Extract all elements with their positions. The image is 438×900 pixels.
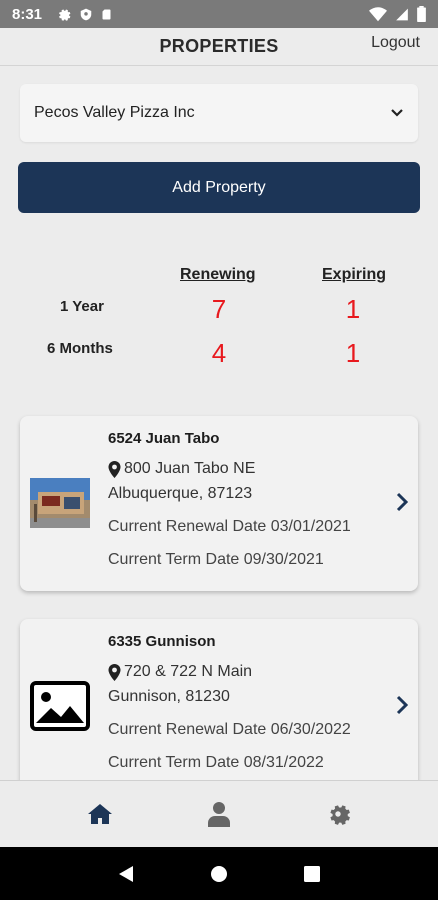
company-select-value: Pecos Valley Pizza Inc	[34, 104, 195, 121]
recents-icon[interactable]	[304, 865, 320, 882]
property-name: 6524 Juan Tabo	[108, 430, 220, 447]
back-icon[interactable]	[118, 865, 134, 883]
term-date: Current Term Date 09/30/2021	[108, 551, 324, 568]
renewing-count: 4	[211, 338, 227, 368]
status-time: 8:31	[12, 5, 43, 23]
signal-icon	[396, 8, 408, 20]
chevron-right-icon[interactable]	[396, 492, 408, 512]
property-address-line2: Gunnison, 81230	[108, 688, 230, 705]
battery-icon	[417, 6, 426, 22]
renewing-header: Renewing	[180, 266, 256, 283]
property-photo	[30, 478, 90, 528]
term-date: Current Term Date 08/31/2022	[108, 754, 324, 771]
property-name: 6335 Gunnison	[108, 633, 216, 650]
stats-row-label: 1 Year	[60, 298, 104, 315]
app-header: PROPERTIES Logout	[0, 28, 438, 66]
property-address-line1: 720 & 722 N Main	[108, 663, 252, 681]
add-property-button[interactable]: Add Property	[18, 162, 420, 213]
status-bar: 8:31	[0, 0, 438, 28]
user-icon[interactable]	[207, 801, 230, 827]
shield-icon	[80, 8, 92, 20]
gear-icon	[59, 9, 71, 21]
expiring-header: Expiring	[322, 266, 387, 283]
stats-row-label: 6 Months	[47, 340, 113, 357]
system-nav-bar	[0, 847, 438, 900]
image-placeholder-icon	[30, 681, 90, 731]
map-pin-icon	[108, 663, 121, 681]
property-card[interactable]: 6524 Juan Tabo 800 Juan Tabo NE Albuquer…	[20, 416, 418, 591]
renewal-date: Current Renewal Date 03/01/2021	[108, 518, 351, 535]
page-title: PROPERTIES	[159, 36, 279, 56]
logout-button[interactable]: Logout	[371, 34, 420, 52]
address-text: 800 Juan Tabo NE	[124, 460, 256, 477]
settings-icon[interactable]	[325, 801, 351, 827]
company-select[interactable]: Pecos Valley Pizza Inc	[20, 84, 418, 142]
sd-card-icon	[102, 9, 111, 19]
bottom-tab-bar	[0, 780, 438, 847]
chevron-down-icon	[391, 109, 403, 117]
expiring-count: 1	[345, 338, 361, 368]
property-address-line2: Albuquerque, 87123	[108, 485, 253, 502]
renewal-date: Current Renewal Date 06/30/2022	[108, 721, 351, 738]
home-circle-icon[interactable]	[210, 865, 228, 883]
chevron-right-icon[interactable]	[396, 695, 408, 715]
renewing-count: 7	[211, 294, 227, 324]
property-card[interactable]: 6335 Gunnison 720 & 722 N Main Gunnison,…	[20, 619, 418, 794]
expiring-count: 1	[345, 294, 361, 324]
property-address-line1: 800 Juan Tabo NE	[108, 460, 255, 478]
home-icon[interactable]	[87, 802, 113, 826]
map-pin-icon	[108, 460, 121, 478]
wifi-icon	[369, 6, 387, 21]
address-text: 720 & 722 N Main	[124, 663, 253, 680]
